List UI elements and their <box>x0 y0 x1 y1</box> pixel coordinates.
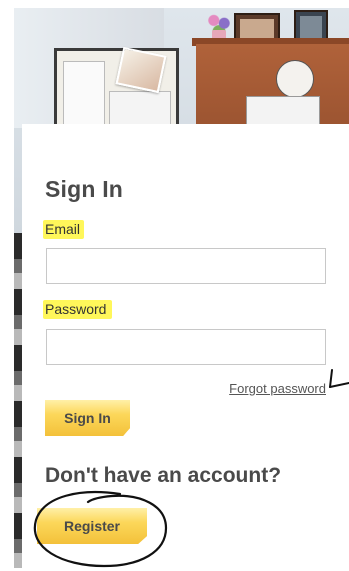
sign-in-card: Sign In Email Password Forgot password S… <box>22 124 349 571</box>
register-heading: Don't have an account? <box>45 464 282 487</box>
email-label: Email <box>43 220 85 239</box>
photo-left-edge <box>14 233 22 568</box>
email-field[interactable] <box>46 248 326 284</box>
register-button[interactable]: Register <box>37 508 147 544</box>
photo-round-sticker <box>276 60 314 98</box>
page-title: Sign In <box>45 176 124 202</box>
sign-in-button[interactable]: Sign In <box>45 400 130 436</box>
forgot-password-link[interactable]: Forgot password <box>229 381 326 396</box>
password-field[interactable] <box>46 329 326 365</box>
password-label: Password <box>43 300 113 319</box>
screenshot-stage: Sign In Email Password Forgot password S… <box>0 0 349 571</box>
